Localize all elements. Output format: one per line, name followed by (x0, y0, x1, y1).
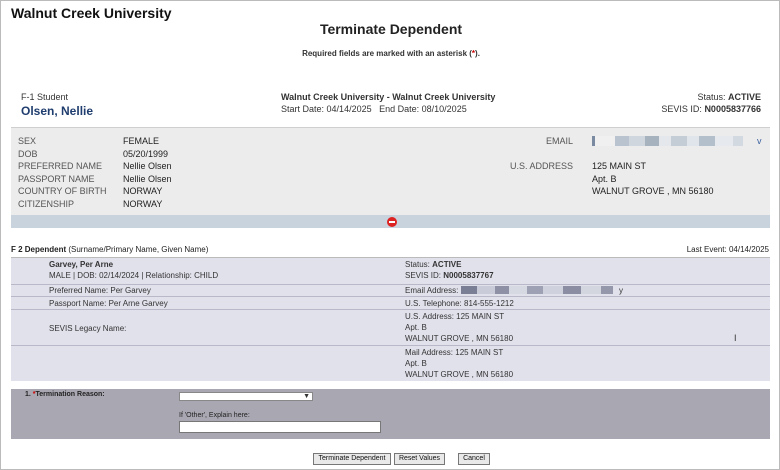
school-label: Walnut Creek University - Walnut Creek U… (281, 92, 496, 102)
required-note-end: ). (475, 49, 480, 58)
dependent-sevis-id: SEVIS ID: N0005837767 (405, 271, 494, 280)
end-date-label: End Date: (379, 104, 420, 114)
student-profile-panel: SEX FEMALE DOB 05/20/1999 PREFERRED NAME… (11, 127, 770, 215)
dependent-mail-address-line2: Apt. B (405, 359, 427, 368)
divider (11, 309, 770, 310)
dependent-email-label: Email Address: (405, 286, 459, 295)
email-redacted (592, 136, 743, 146)
passport-name-value: Nellie Olsen (123, 174, 172, 184)
preferred-name-label: PREFERRED NAME (18, 161, 103, 171)
country-of-birth-label: COUNTRY OF BIRTH (18, 186, 107, 196)
dependent-email-redacted (461, 286, 613, 294)
divider (11, 345, 770, 346)
citizenship-label: CITIZENSHIP (18, 199, 75, 209)
dependent-mail-address-line3: WALNUT GROVE , MN 56180 (405, 370, 514, 379)
reason-number: 1. (25, 391, 31, 398)
us-address-label: U.S. ADDRESS (510, 161, 574, 171)
dependent-phone: U.S. Telephone: 814-555-1212 (405, 299, 514, 308)
status-label: Status: (697, 92, 726, 102)
termination-reason-select[interactable]: ▼ (179, 392, 313, 401)
us-address-line1: 125 MAIN ST (592, 161, 647, 171)
dependent-heading: F 2 Dependent (Surname/Primary Name, Giv… (11, 245, 208, 254)
email-label: EMAIL (546, 136, 574, 146)
dependent-us-address-line1: U.S. Address: 125 MAIN ST (405, 312, 505, 321)
school-name: Walnut Creek University - Walnut Creek U… (281, 92, 495, 102)
email-tail: v (757, 136, 762, 146)
collapse-bar[interactable] (11, 215, 770, 228)
passport-name-label: PASSPORT NAME (18, 174, 95, 184)
divider (11, 284, 770, 285)
explain-label: If 'Other', Explain here: (179, 412, 250, 419)
dependent-panel: Garvey, Per Arne MALE | DOB: 02/14/2024 … (11, 257, 770, 381)
student-status: Status: ACTIVE (697, 92, 761, 102)
dependent-status-value: ACTIVE (432, 260, 462, 269)
required-note-text: Required fields are marked with an aster… (302, 49, 472, 58)
dependent-sevis-label: SEVIS ID: (405, 271, 442, 280)
dependent-passport-name: Passport Name: Per Arne Garvey (49, 299, 168, 308)
dependent-email-tail: y (619, 286, 623, 295)
text-cursor-icon: I (734, 333, 737, 343)
dependent-legacy-name: SEVIS Legacy Name: (49, 324, 127, 333)
dependent-us-address-line2: Apt. B (405, 323, 427, 332)
chevron-down-icon: ▼ (303, 393, 310, 400)
citizenship-value: NORWAY (123, 199, 163, 209)
program-dates: Start Date: 04/14/2025 End Date: 08/10/2… (281, 104, 467, 114)
sex-label: SEX (18, 136, 37, 146)
student-sevis-id: SEVIS ID: N0005837766 (661, 104, 761, 114)
terminate-dependent-button[interactable]: Terminate Dependent (313, 453, 391, 465)
sex-value: FEMALE (123, 136, 160, 146)
collapse-icon[interactable] (387, 217, 397, 227)
termination-reason-label: 1. *Termination Reason: (25, 391, 105, 398)
dob-value: 05/20/1999 (123, 149, 169, 159)
sevis-label: SEVIS ID: (661, 104, 702, 114)
dependent-sevis-value: N0005837767 (443, 271, 494, 280)
reason-label-text: Termination Reason: (35, 391, 105, 398)
required-fields-note: Required fields are marked with an aster… (1, 49, 780, 58)
dependent-summary: MALE | DOB: 02/14/2024 | Relationship: C… (49, 271, 219, 280)
dependent-status-label: Status: (405, 260, 430, 269)
end-date: 08/10/2025 (421, 104, 467, 114)
dependent-heading-suffix: (Surname/Primary Name, Given Name) (68, 245, 209, 254)
dependent-status: Status: ACTIVE (405, 260, 461, 269)
divider (11, 296, 770, 297)
start-date: 04/14/2025 (326, 104, 372, 114)
student-name[interactable]: Olsen, Nellie (21, 104, 93, 118)
dob-label: DOB (18, 149, 38, 159)
termination-form: 1. *Termination Reason: ▼ If 'Other', Ex… (11, 389, 770, 439)
dependent-name: Garvey, Per Arne (49, 260, 113, 269)
page-title: Terminate Dependent (319, 21, 463, 37)
status-value: ACTIVE (727, 92, 761, 102)
app-title: Walnut Creek University (11, 5, 172, 21)
dependent-mail-address-line1: Mail Address: 125 MAIN ST (405, 348, 504, 357)
dependent-preferred-name: Preferred Name: Per Garvey (49, 286, 151, 295)
dependent-name-text: Garvey, Per Arne (49, 260, 114, 269)
start-date-label: Start Date: (281, 104, 325, 114)
us-address-line2: Apt. B (592, 174, 617, 184)
reset-values-button[interactable]: Reset Values (394, 453, 445, 465)
dependent-heading-prefix: F 2 Dependent (11, 245, 67, 254)
explain-input[interactable] (179, 421, 381, 433)
dependent-us-address-line3: WALNUT GROVE , MN 56180 (405, 334, 514, 343)
cancel-button[interactable]: Cancel (458, 453, 490, 465)
sevis-value: N0005837766 (704, 104, 761, 114)
us-address-line3: WALNUT GROVE , MN 56180 (592, 186, 714, 196)
student-type: F-1 Student (21, 92, 69, 102)
last-event: Last Event: 04/14/2025 (686, 245, 769, 254)
country-of-birth-value: NORWAY (123, 186, 163, 196)
preferred-name-value: Nellie Olsen (123, 161, 172, 171)
